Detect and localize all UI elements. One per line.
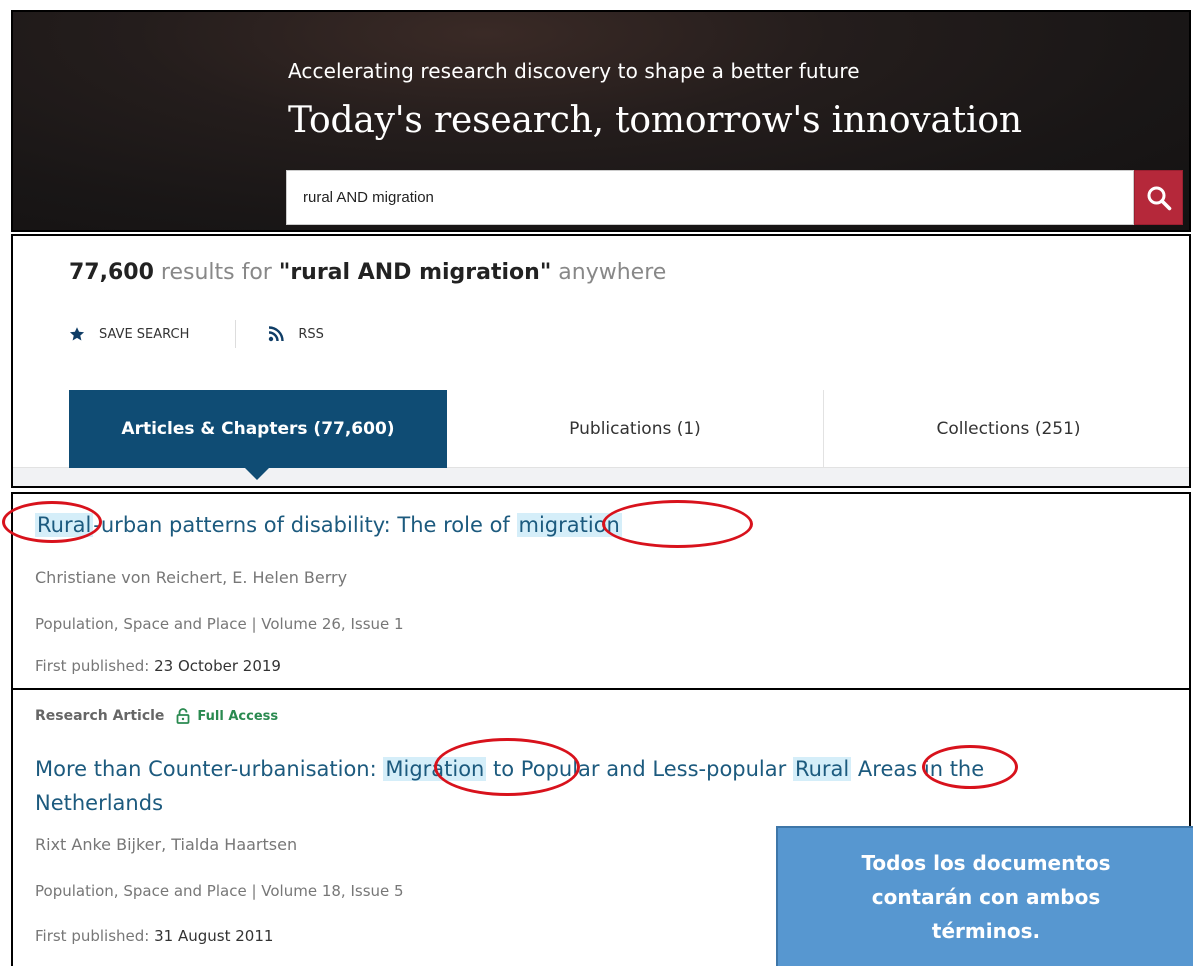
hero-tagline: Accelerating research discovery to shape… xyxy=(288,59,860,83)
result-title-link[interactable]: More than Counter-urbanisation: Migratio… xyxy=(35,752,984,820)
title-text: to Popular and Less-popular xyxy=(486,757,793,781)
result-journal[interactable]: Population, Space and Place | Volume 18,… xyxy=(35,882,404,900)
published-date: 31 August 2011 xyxy=(154,927,274,945)
hero-banner: Accelerating research discovery to shape… xyxy=(11,10,1191,232)
published-label: First published: xyxy=(35,927,150,945)
result-item-1: Rural-urban patterns of disability: The … xyxy=(11,492,1191,690)
result-authors[interactable]: Rixt Anke Bijker, Tialda Haartsen xyxy=(35,835,297,854)
highlight-term: Migration xyxy=(383,757,487,781)
annotation-callout: Todos los documentos contarán con ambos … xyxy=(776,826,1193,966)
title-text: Areas in the xyxy=(851,757,985,781)
result-published: First published: 23 October 2019 xyxy=(35,657,281,675)
save-search-button[interactable]: SAVE SEARCH xyxy=(69,326,189,342)
result-published: First published: 31 August 2011 xyxy=(35,927,273,945)
search-actions: SAVE SEARCH RSS xyxy=(69,320,324,348)
title-text-line2: Netherlands xyxy=(35,791,164,815)
rss-button[interactable]: RSS xyxy=(268,326,324,342)
results-for-text: results for xyxy=(160,260,272,285)
tab-publications[interactable]: Publications (1) xyxy=(447,390,824,468)
published-label: First published: xyxy=(35,657,150,675)
published-date: 23 October 2019 xyxy=(154,657,281,675)
result-title-link[interactable]: Rural-urban patterns of disability: The … xyxy=(35,508,622,542)
active-tab-indicator xyxy=(243,466,271,480)
star-icon xyxy=(69,327,85,341)
results-query: "rural AND migration" xyxy=(278,260,552,285)
hero-title: Today's research, tomorrow's innovation xyxy=(288,100,1022,141)
rss-label: RSS xyxy=(298,326,324,342)
tabs-bottom-strip xyxy=(13,468,1189,486)
results-count: 77,600 xyxy=(69,260,154,285)
rss-icon xyxy=(269,326,285,342)
search-icon xyxy=(1147,186,1171,210)
title-text: More than Counter-urbanisation: xyxy=(35,757,384,781)
title-text: -urban patterns of disability: The role … xyxy=(93,513,517,537)
access-label: Full Access xyxy=(197,708,279,724)
result-type-row: Research Article Full Access xyxy=(35,708,278,724)
actions-divider xyxy=(235,320,237,348)
results-scope: anywhere xyxy=(558,260,667,285)
highlight-term: Rural xyxy=(35,513,94,537)
highlight-term: Rural xyxy=(792,757,852,781)
result-journal[interactable]: Population, Space and Place | Volume 26,… xyxy=(35,615,404,633)
result-authors[interactable]: Christiane von Reichert, E. Helen Berry xyxy=(35,568,347,587)
results-tabs: Articles & Chapters (77,600) Publication… xyxy=(13,390,1189,468)
access-badge: Full Access xyxy=(176,708,278,724)
tab-articles-chapters[interactable]: Articles & Chapters (77,600) xyxy=(69,390,447,468)
results-summary: 77,600 results for "rural AND migration"… xyxy=(69,260,666,285)
tab-collections[interactable]: Collections (251) xyxy=(824,390,1189,468)
result-type: Research Article xyxy=(35,708,165,724)
search-input[interactable]: rural AND migration xyxy=(286,170,1134,225)
highlight-term: migration xyxy=(516,513,622,537)
unlock-icon xyxy=(177,708,190,724)
search-button[interactable] xyxy=(1134,170,1183,225)
results-header: 77,600 results for "rural AND migration"… xyxy=(11,234,1191,488)
save-search-label: SAVE SEARCH xyxy=(99,326,190,342)
